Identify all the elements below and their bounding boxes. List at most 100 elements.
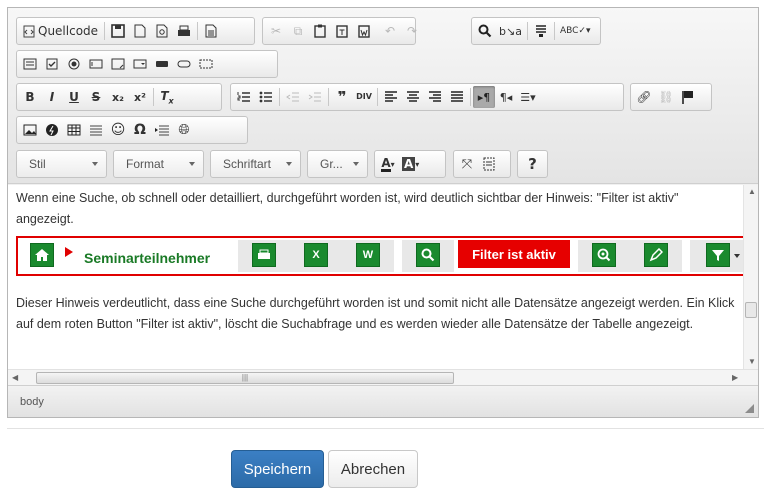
subscript-button[interactable]: x₂ <box>107 86 129 108</box>
preview-button[interactable] <box>151 20 173 42</box>
language-button[interactable]: ☰▾ <box>517 86 539 108</box>
image-button-button[interactable] <box>173 53 195 75</box>
indent-button[interactable] <box>304 86 326 108</box>
separator <box>197 22 199 40</box>
font-combo[interactable]: Schriftart <box>210 150 301 178</box>
radio-button[interactable] <box>63 53 85 75</box>
form-button[interactable] <box>19 53 41 75</box>
undo-button[interactable]: ↶ <box>379 20 401 42</box>
text-color-button[interactable]: A ▾ <box>377 153 399 175</box>
print-button[interactable] <box>173 20 195 42</box>
horizontal-scroll-thumb[interactable]: ||| <box>36 372 454 384</box>
vertical-scroll-thumb[interactable] <box>745 302 757 318</box>
new-page-button[interactable] <box>129 20 151 42</box>
replace-button[interactable]: b↘a <box>496 20 525 42</box>
paste-button[interactable] <box>309 20 331 42</box>
print-icon <box>252 243 276 267</box>
hidden-field-button[interactable] <box>195 53 217 75</box>
textfield-button[interactable] <box>85 53 107 75</box>
table-button[interactable] <box>63 119 85 141</box>
numbered-list-button[interactable] <box>233 86 255 108</box>
page-break-button[interactable] <box>151 119 173 141</box>
unlink-button[interactable]: ⛓︎ <box>655 86 677 108</box>
horizontal-rule-button[interactable] <box>85 119 107 141</box>
image-button[interactable] <box>19 119 41 141</box>
create-div-button[interactable]: DIV <box>353 86 375 108</box>
paste-text-button[interactable] <box>331 20 353 42</box>
superscript-button[interactable]: x² <box>129 86 151 108</box>
select-all-button[interactable] <box>530 20 552 42</box>
align-left-button[interactable] <box>380 86 402 108</box>
strike-button[interactable]: S <box>85 86 107 108</box>
save-doc-button[interactable] <box>107 20 129 42</box>
scroll-up-icon[interactable]: ▲ <box>748 187 756 196</box>
editor-content[interactable]: Wenn eine Suche, ob schnell oder detaill… <box>8 185 743 369</box>
button-button[interactable] <box>151 53 173 75</box>
scroll-down-icon[interactable]: ▼ <box>748 357 756 366</box>
format-combo-label: Format <box>126 157 165 171</box>
save-button[interactable]: Speichern <box>231 450 324 488</box>
style-combo[interactable]: Stil <box>16 150 107 178</box>
element-path[interactable]: body <box>20 396 44 408</box>
rtl-button[interactable]: ¶◂ <box>495 86 517 108</box>
maximize-button[interactable]: ⤧ <box>456 153 478 175</box>
subscript-icon: x₂ <box>112 90 124 104</box>
italic-button[interactable]: I <box>41 86 63 108</box>
chevron-down-icon <box>353 162 359 166</box>
align-right-button[interactable] <box>424 86 446 108</box>
checkbox-button[interactable] <box>41 53 63 75</box>
align-center-icon <box>407 91 419 102</box>
iframe-button[interactable]: 🌐︎ <box>173 119 195 141</box>
flash-icon <box>46 124 58 136</box>
bullet-list-button[interactable] <box>255 86 277 108</box>
cut-button[interactable]: ✂ <box>265 20 287 42</box>
spellcheck-button[interactable]: ABC✓▾ <box>557 20 594 42</box>
help-button[interactable]: ? <box>522 153 544 175</box>
show-blocks-button[interactable] <box>478 153 500 175</box>
size-combo[interactable]: Gr... <box>307 150 368 178</box>
underline-button[interactable]: U <box>63 86 85 108</box>
flash-button[interactable] <box>41 119 63 141</box>
style-combo-label: Stil <box>29 157 46 171</box>
underline-icon: U <box>69 90 79 104</box>
align-center-button[interactable] <box>402 86 424 108</box>
paste-word-button[interactable] <box>353 20 375 42</box>
globe-icon: 🌐︎ <box>178 122 190 138</box>
special-char-button[interactable]: Ω <box>129 119 151 141</box>
remove-format-button[interactable]: Tx <box>156 86 178 108</box>
horizontal-scrollbar[interactable]: ◀ ||| ▶ <box>8 369 758 385</box>
textarea-button[interactable] <box>107 53 129 75</box>
scroll-right-icon[interactable]: ▶ <box>732 373 738 382</box>
remove-format-icon: Tx <box>160 88 174 106</box>
bg-color-button[interactable]: A ▾ <box>399 153 422 175</box>
templates-button[interactable] <box>200 20 222 42</box>
cancel-button[interactable]: Abrechen <box>328 450 418 488</box>
source-button[interactable]: Quellcode <box>19 20 102 42</box>
vertical-scrollbar[interactable]: ▲ ▼ <box>743 185 758 369</box>
replace-icon: b↘a <box>499 24 522 38</box>
ltr-button[interactable]: ▸¶ <box>473 86 495 108</box>
home-icon <box>30 243 54 267</box>
filter-icon <box>706 243 730 267</box>
outdent-button[interactable] <box>282 86 304 108</box>
search-icon <box>416 243 440 267</box>
copy-button[interactable]: ⧉ <box>287 20 309 42</box>
justify-button[interactable] <box>446 86 468 108</box>
blockquote-button[interactable]: ❞ <box>331 86 353 108</box>
source-button-label: Quellcode <box>38 24 99 38</box>
format-combo[interactable]: Format <box>113 150 204 178</box>
select-button[interactable] <box>129 53 151 75</box>
omega-icon: Ω <box>134 122 146 138</box>
link-icon: 🔗︎ <box>636 90 652 104</box>
resize-handle-icon[interactable] <box>745 404 754 413</box>
filter-active-badge: Filter ist aktiv <box>458 240 570 268</box>
redo-button[interactable]: ↷ <box>401 20 423 42</box>
bold-button[interactable]: B <box>19 86 41 108</box>
link-button[interactable]: 🔗︎ <box>633 86 655 108</box>
chevron-down-icon <box>189 162 195 166</box>
smiley-button[interactable]: ☺ <box>107 119 129 141</box>
anchor-button[interactable] <box>677 86 699 108</box>
scroll-left-icon[interactable]: ◀ <box>12 373 18 382</box>
find-button[interactable] <box>474 20 496 42</box>
align-right-icon <box>429 91 441 102</box>
